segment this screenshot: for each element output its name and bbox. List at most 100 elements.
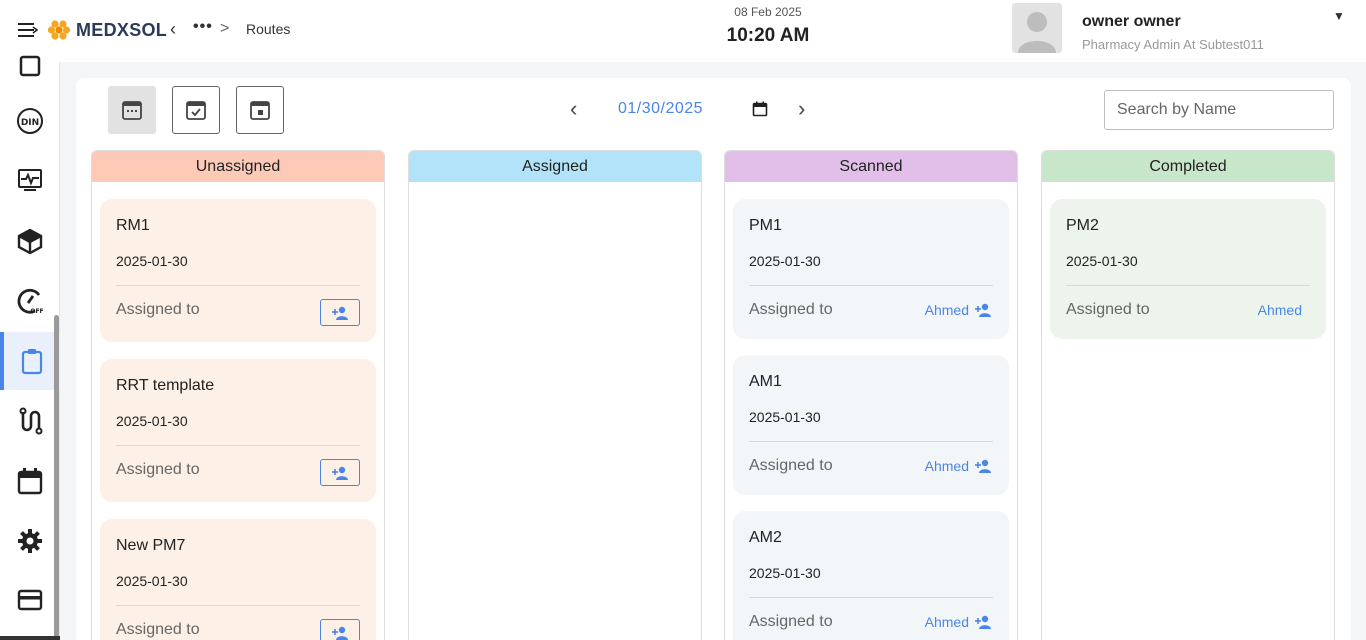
settings-icon	[18, 529, 42, 553]
person-add-icon	[975, 459, 991, 473]
route-icon	[19, 407, 43, 435]
column-header: Assigned	[409, 151, 701, 182]
sidebar-item-settings[interactable]	[0, 512, 60, 570]
column-header: Scanned	[725, 151, 1017, 182]
sidebar-item-box[interactable]	[0, 38, 60, 96]
sidebar-item-din[interactable]: DIN	[0, 92, 60, 150]
card-title: PM2	[1066, 217, 1099, 234]
card-divider	[749, 285, 993, 286]
card-date: 2025-01-30	[749, 253, 821, 269]
person-add-icon	[332, 626, 348, 640]
assign-user-button[interactable]	[320, 299, 360, 326]
din-icon: DIN	[17, 108, 43, 134]
assignee-name: Ahmed	[924, 458, 969, 474]
card-divider	[749, 597, 993, 598]
assigned-label: Assigned to	[749, 301, 833, 318]
route-card[interactable]: AM2 2025-01-30 Assigned to Ahmed	[733, 511, 1009, 640]
breadcrumb-more[interactable]: •••	[193, 18, 213, 36]
cube-icon	[17, 228, 43, 255]
route-card[interactable]: AM1 2025-01-30 Assigned to Ahmed	[733, 355, 1009, 495]
card-title: RM1	[116, 217, 150, 234]
speed-off-icon: OFF	[17, 288, 44, 315]
assignee-name[interactable]: Ahmed	[1258, 302, 1302, 318]
assignee[interactable]: Ahmed	[925, 458, 993, 474]
assign-user-button[interactable]	[320, 619, 360, 640]
search-input[interactable]	[1104, 90, 1334, 130]
calendar-dots-icon	[122, 101, 142, 120]
sidebar-item-activity[interactable]	[0, 151, 60, 209]
card-title: PM1	[749, 217, 782, 234]
assigned-label: Assigned to	[116, 461, 200, 478]
header-time: 10:20 AM	[726, 25, 810, 46]
person-add-icon	[332, 306, 348, 320]
assigned-label: Assigned to	[116, 301, 200, 318]
card-title: AM2	[749, 529, 782, 546]
card-date: 2025-01-30	[1066, 253, 1138, 269]
person-add-icon	[975, 615, 991, 629]
assign-user-button[interactable]	[320, 459, 360, 486]
sidebar-item-speed-off[interactable]: OFF	[0, 272, 60, 330]
card-divider	[116, 285, 360, 286]
column-scanned: Scanned PM1 2025-01-30 Assigned to Ahmed…	[724, 150, 1018, 640]
sidebar: DIN OFF	[0, 55, 60, 640]
card-title: RRT template	[116, 377, 215, 394]
week-view-button[interactable]	[172, 86, 220, 134]
card-divider	[116, 605, 360, 606]
clipboard-icon	[21, 349, 43, 375]
sidebar-item-calendar[interactable]	[0, 452, 60, 510]
menu-toggle-icon[interactable]	[18, 22, 39, 38]
day-view-button[interactable]	[108, 86, 156, 134]
assignee[interactable]: Ahmed	[925, 614, 993, 630]
route-card[interactable]: RM1 2025-01-30 Assigned to	[100, 199, 376, 342]
month-view-button[interactable]	[236, 86, 284, 134]
sidebar-item-billing[interactable]	[0, 571, 60, 629]
user-menu-caret-icon[interactable]: ▼	[1333, 9, 1345, 23]
card-date: 2025-01-30	[116, 413, 188, 429]
route-card[interactable]: RRT template 2025-01-30 Assigned to	[100, 359, 376, 502]
column-header: Unassigned	[92, 151, 384, 182]
card-icon	[17, 589, 43, 611]
card-title: AM1	[749, 373, 782, 390]
assignee[interactable]: Ahmed	[925, 302, 993, 318]
app-name: MEDXSOL	[76, 19, 168, 40]
svg-text:OFF: OFF	[30, 308, 43, 315]
assignee-name: Ahmed	[924, 302, 969, 318]
column-unassigned: Unassigned RM1 2025-01-30 Assigned to RR…	[91, 150, 385, 640]
user-role: Pharmacy Admin At Subtest011	[1082, 37, 1264, 52]
box-icon	[19, 55, 41, 77]
calendar-icon	[17, 468, 43, 495]
avatar[interactable]	[1012, 3, 1062, 53]
card-date: 2025-01-30	[116, 573, 188, 589]
sidebar-item-inventory[interactable]	[0, 212, 60, 270]
back-chevron-icon[interactable]: ‹	[170, 19, 176, 40]
svg-text:DIN: DIN	[21, 118, 39, 128]
person-add-icon	[332, 466, 348, 480]
assigned-label: Assigned to	[1066, 301, 1150, 318]
logo[interactable]: MEDXSOL	[48, 18, 167, 42]
route-card[interactable]: New PM7 2025-01-30 Assigned to	[100, 519, 376, 640]
column-assigned: Assigned	[408, 150, 702, 640]
assigned-label: Assigned to	[749, 613, 833, 630]
route-card[interactable]: PM2 2025-01-30 Assigned to Ahmed	[1050, 199, 1326, 339]
sidebar-item-routes[interactable]	[0, 332, 60, 390]
person-add-icon	[975, 303, 991, 317]
card-date: 2025-01-30	[749, 409, 821, 425]
date-input[interactable]: 01/30/2025	[618, 100, 703, 118]
card-divider	[116, 445, 360, 446]
column-completed: Completed PM2 2025-01-30 Assigned to Ahm…	[1041, 150, 1335, 640]
card-date: 2025-01-30	[749, 565, 821, 581]
calendar-today-icon	[250, 101, 270, 120]
assignee-name: Ahmed	[924, 614, 969, 630]
horizontal-scrollbar[interactable]	[0, 636, 60, 640]
breadcrumb-separator-icon: >	[220, 20, 230, 37]
assigned-label: Assigned to	[749, 457, 833, 474]
route-card[interactable]: PM1 2025-01-30 Assigned to Ahmed	[733, 199, 1009, 339]
card-divider	[749, 441, 993, 442]
next-date-chevron-icon[interactable]: ›	[798, 96, 805, 122]
user-name[interactable]: owner owner	[1082, 13, 1181, 31]
prev-date-chevron-icon[interactable]: ‹	[570, 96, 577, 122]
sidebar-scrollbar[interactable]	[54, 315, 59, 640]
card-divider	[1066, 285, 1310, 286]
date-picker-icon[interactable]	[752, 101, 768, 122]
sidebar-item-route-map[interactable]	[0, 392, 60, 450]
